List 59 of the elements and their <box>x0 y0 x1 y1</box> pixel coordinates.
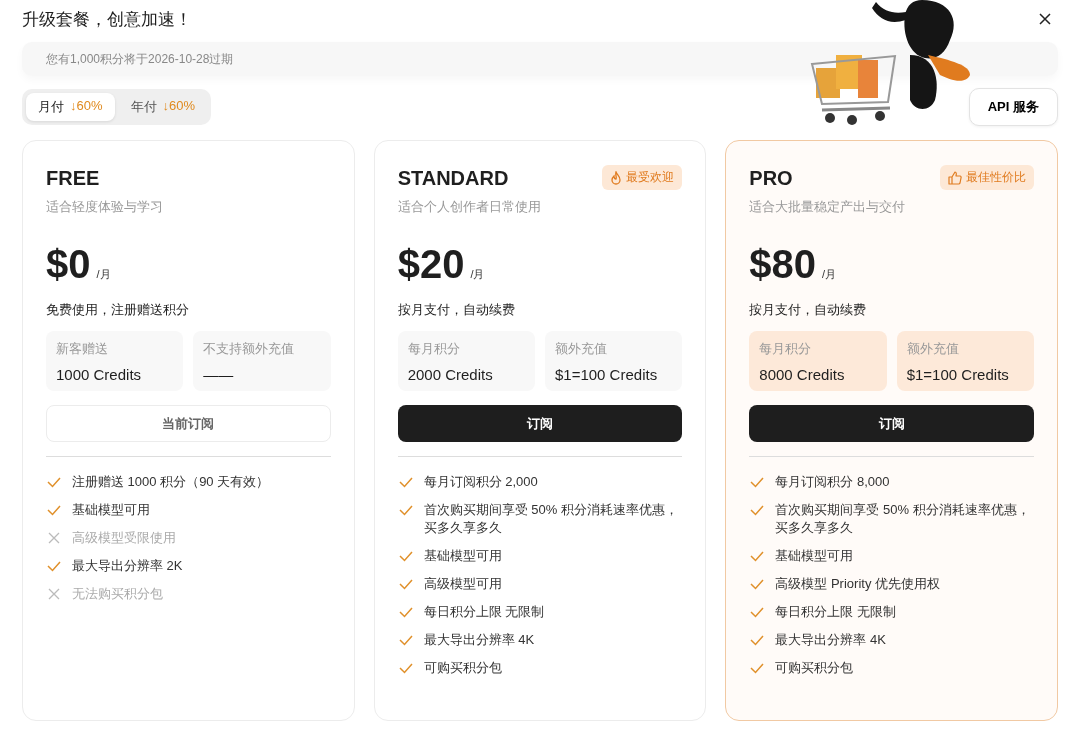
feature-text: 最大导出分辨率 2K <box>72 557 183 575</box>
feature-text: 每日积分上限 无限制 <box>423 603 545 621</box>
credit-value: 8000 Credits <box>759 366 846 383</box>
credit-value: 2000 Credits <box>407 366 494 383</box>
plan-price: $20 <box>397 242 465 287</box>
feature-text: 高级模型受限使用 <box>72 529 176 547</box>
feature-text: 最大导出分辨率 4K <box>423 631 535 649</box>
plan-name: STANDARD <box>397 167 509 190</box>
subscribe-button[interactable]: 订阅 <box>749 405 1034 442</box>
thumbs-up-icon <box>948 170 962 185</box>
feature-text: 每日积分上限 无限制 <box>775 603 896 621</box>
payment-note: 按月支付，自动续费 <box>749 301 868 319</box>
credit-value: —— <box>203 366 235 383</box>
plan-price: $80 <box>749 242 817 287</box>
plan-subtitle: 适合个人创作者日常使用 <box>397 198 542 216</box>
plan-name: FREE <box>46 167 100 190</box>
plan-name: PRO <box>749 167 793 190</box>
credit-label: 新客赠送 <box>56 340 109 358</box>
price-period: /月 <box>822 267 837 282</box>
subscribe-button[interactable]: 订阅 <box>397 405 683 442</box>
feature-text: 每月订阅积分 8,000 <box>775 473 890 491</box>
feature-text: 最大导出分辨率 4K <box>775 631 886 649</box>
feature-text: 每月订阅积分 2,000 <box>423 473 538 491</box>
billing-tab[interactable]: 年付 ↓60% <box>118 93 208 121</box>
feature-text: 可购买积分包 <box>775 659 854 677</box>
close-icon[interactable] <box>1038 12 1052 26</box>
badge-label: 最受欢迎 <box>626 169 675 186</box>
credit-label: 不支持额外充值 <box>203 340 296 358</box>
feature-text: 基础模型可用 <box>775 547 854 565</box>
feature-text: 注册赠送 1000 积分（90 天有效） <box>72 473 270 491</box>
payment-note: 按月支付，自动续费 <box>397 301 516 319</box>
dialog-title: 升级套餐，创意加速！ <box>22 8 192 31</box>
api-service-button[interactable]: API 服务 <box>968 88 1058 126</box>
feature-text: 高级模型可用 <box>423 575 502 593</box>
credit-value: 1000 Credits <box>56 366 143 383</box>
feature-text: 基础模型可用 <box>72 501 150 519</box>
billing-tab[interactable]: 月付 ↓60% <box>26 93 115 121</box>
expiry-notice: 您有1,000积分将于2026-10-28过期 <box>46 50 234 68</box>
credit-label: 每月积分 <box>759 340 813 358</box>
credit-label: 每月积分 <box>407 340 461 358</box>
plan-price: $0 <box>46 242 91 287</box>
credit-label: 额外充值 <box>555 340 608 358</box>
feature-text: 无法购买积分包 <box>72 585 163 603</box>
plan-subtitle: 适合大批量稳定产出与交付 <box>749 198 907 216</box>
price-period: /月 <box>96 267 111 282</box>
credit-label: 额外充值 <box>906 340 960 358</box>
feature-text: 可购买积分包 <box>423 659 502 677</box>
current-plan-button[interactable]: 当前订阅 <box>46 405 331 442</box>
feature-text: 首次购买期间享受 50% 积分消耗速率优惠，买多久享多久 <box>423 501 679 537</box>
badge-label: 最佳性价比 <box>966 169 1026 186</box>
feature-text: 首次购买期间享受 50% 积分消耗速率优惠，买多久享多久 <box>775 501 1031 537</box>
credit-value: $1=100 Credits <box>906 366 1010 383</box>
price-period: /月 <box>470 267 485 282</box>
feature-text: 基础模型可用 <box>423 547 502 565</box>
credit-value: $1=100 Credits <box>555 366 659 383</box>
flame-icon <box>610 170 623 185</box>
payment-note: 免费使用，注册赠送积分 <box>46 301 190 319</box>
plan-subtitle: 适合轻度体验与学习 <box>46 198 164 216</box>
feature-text: 高级模型 Priority 优先使用权 <box>775 575 940 593</box>
